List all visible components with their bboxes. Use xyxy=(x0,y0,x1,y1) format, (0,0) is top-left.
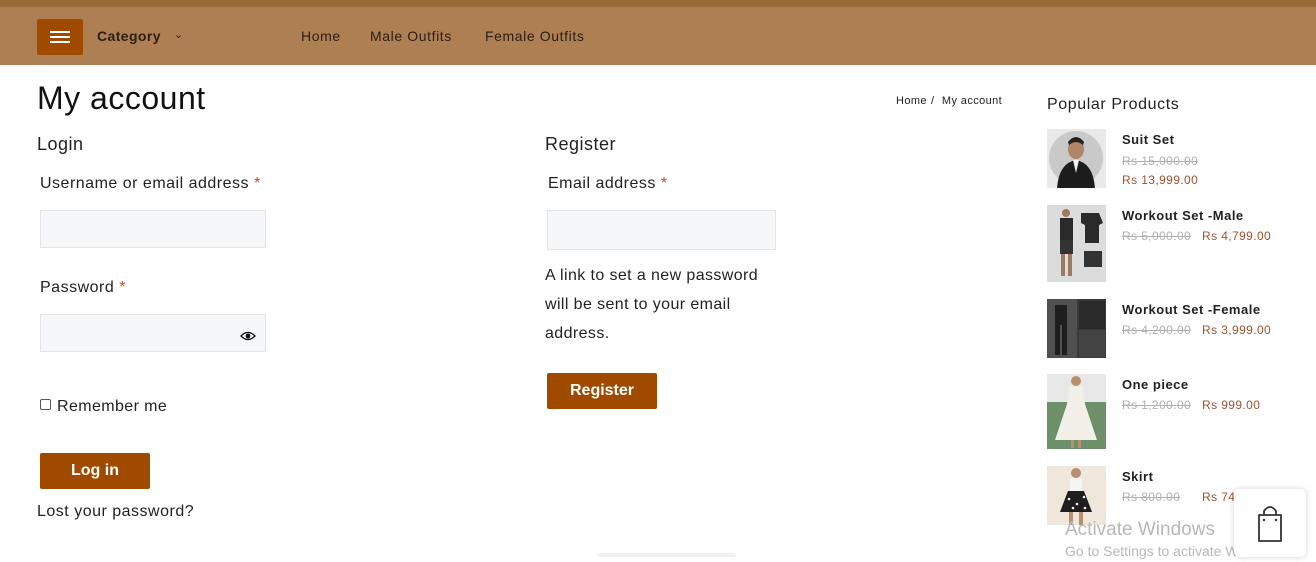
lost-password-link[interactable]: Lost your password? xyxy=(37,503,194,521)
product-thumbnail-suit-set[interactable] xyxy=(1047,129,1106,188)
product-old-price: Rs 800.00 xyxy=(1122,490,1181,504)
breadcrumb-home[interactable]: Home xyxy=(896,95,927,107)
product-old-price: Rs 5,000.00 xyxy=(1122,229,1192,243)
product-name[interactable]: Suit Set xyxy=(1122,132,1174,147)
hamburger-menu-button[interactable] xyxy=(37,19,83,55)
register-button[interactable]: Register xyxy=(547,373,657,409)
product-sale-price: Rs 13,999.00 xyxy=(1122,173,1199,187)
username-label: Username or email address * xyxy=(40,175,261,193)
chevron-down-icon[interactable]: ⌄ xyxy=(174,28,183,41)
category-dropdown[interactable]: Category xyxy=(97,28,161,44)
nav-home[interactable]: Home xyxy=(301,28,341,44)
product-old-price: Rs 15,000.00 xyxy=(1122,154,1199,168)
product-sale-price: Rs 3,999.00 xyxy=(1202,323,1272,337)
register-note: A link to set a new password will be sen… xyxy=(545,267,759,342)
product-name[interactable]: Skirt xyxy=(1122,469,1153,484)
popular-products-title: Popular Products xyxy=(1047,96,1180,113)
login-title: Login xyxy=(37,134,84,154)
login-button[interactable]: Log in xyxy=(40,453,150,489)
product-old-price: Rs 4,200.00 xyxy=(1122,323,1192,337)
required-mark: * xyxy=(660,175,668,192)
product-thumbnail-workout-set-male[interactable] xyxy=(1047,205,1106,282)
username-label-text: Username or email address xyxy=(40,175,250,192)
register-email-input[interactable] xyxy=(547,210,776,250)
password-label-text: Password xyxy=(40,279,115,296)
nav-male-outfits[interactable]: Male Outfits xyxy=(370,28,452,44)
hamburger-icon-line xyxy=(50,36,70,38)
username-input[interactable] xyxy=(40,210,266,248)
remember-me-checkbox[interactable] xyxy=(40,399,51,410)
password-input[interactable] xyxy=(40,314,266,352)
product-thumbnail-one-piece[interactable] xyxy=(1047,374,1106,449)
nav-female-outfits[interactable]: Female Outfits xyxy=(485,28,584,44)
show-password-eye-icon[interactable] xyxy=(240,328,256,344)
product-sale-price: Rs 4,799.00 xyxy=(1202,229,1272,243)
email-label-text: Email address xyxy=(548,175,656,192)
hamburger-icon-line xyxy=(50,31,70,33)
product-name[interactable]: Workout Set -Male xyxy=(1122,208,1244,223)
page-title: My account xyxy=(37,80,206,116)
product-old-price: Rs 1,200.00 xyxy=(1122,398,1192,412)
product-sale-price: Rs 999.00 xyxy=(1202,398,1261,412)
breadcrumb-current: My account xyxy=(941,95,1003,107)
floating-cart-button[interactable] xyxy=(1234,489,1306,557)
hamburger-icon-line xyxy=(50,41,70,43)
bottom-edge-shadow xyxy=(598,553,736,557)
activate-windows-watermark: Activate Windows xyxy=(1065,519,1215,540)
product-thumbnail-workout-set-female[interactable] xyxy=(1047,299,1106,358)
required-mark: * xyxy=(119,279,126,296)
product-name[interactable]: Workout Set -Female xyxy=(1122,302,1261,317)
product-name[interactable]: One piece xyxy=(1122,377,1189,392)
shopping-bag-icon xyxy=(1258,506,1282,542)
top-accent-strip xyxy=(0,0,1316,7)
password-label: Password * xyxy=(40,279,126,297)
product-thumbnail-skirt[interactable] xyxy=(1047,466,1106,525)
breadcrumb: Home / My account xyxy=(896,95,1002,107)
required-mark: * xyxy=(253,175,261,192)
breadcrumb-separator: / xyxy=(930,95,935,107)
site-header: Category ⌄ Home Male Outfits Female Outf… xyxy=(0,7,1316,65)
remember-me-label[interactable]: Remember me xyxy=(57,398,167,416)
email-label: Email address * xyxy=(548,175,668,193)
register-title: Register xyxy=(545,134,617,154)
